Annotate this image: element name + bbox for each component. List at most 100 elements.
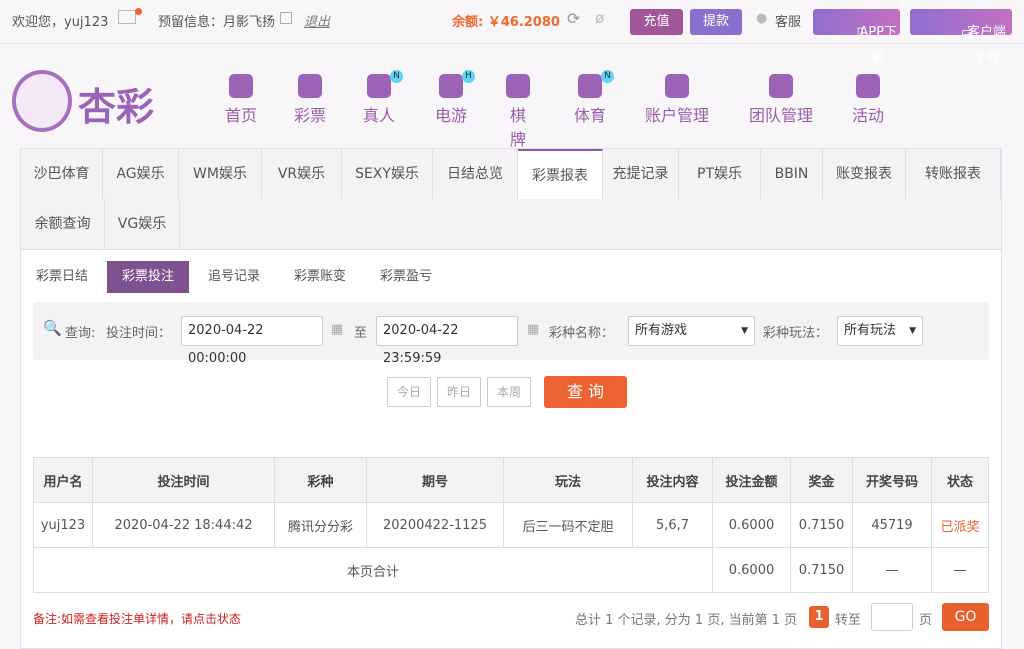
nav-badge: N — [601, 70, 614, 83]
column-header: 期号 — [366, 457, 504, 503]
total-dash: — — [931, 547, 989, 593]
refresh-icon[interactable]: ⟳ — [567, 9, 580, 28]
calendar-icon[interactable]: ▦ — [331, 322, 343, 337]
subtab-item[interactable]: 追号记录 — [193, 261, 275, 293]
table-cell: 2020-04-22 18:44:42 — [92, 502, 275, 548]
chevron-down-icon: ▼ — [909, 326, 916, 336]
service-link[interactable]: 客服 — [775, 11, 801, 30]
total-label: 本页合计 — [33, 547, 713, 593]
tab-item[interactable]: 转账报表 — [906, 149, 1001, 199]
tab-item[interactable]: 彩票报表 — [518, 149, 603, 199]
nav-item[interactable]: 团队管理 — [748, 74, 814, 126]
time-label: 投注时间： — [106, 326, 172, 341]
service-icon: ● — [756, 11, 768, 26]
subtab-item[interactable]: 彩票盈亏 — [365, 261, 447, 293]
total-amount: 0.6000 — [712, 547, 791, 593]
bet-table: 用户名 投注时间 彩种 期号 玩法 投注内容 投注金额 奖金 开奖号码 状态 yuj123 2020… — [33, 457, 989, 593]
table-cell: 0.7150 — [790, 502, 853, 548]
nav-icon — [506, 74, 530, 98]
table-cell: 20200422-1125 — [366, 502, 504, 548]
nav-icon: N — [578, 70, 614, 98]
play-select[interactable]: 所有玩法 ▼ — [837, 316, 923, 346]
table-cell: 45719 — [852, 502, 932, 548]
column-header: 用户名 — [33, 457, 93, 503]
app-download-button[interactable]: ▯ APP下载 — [813, 9, 900, 66]
nav-item[interactable]: H 电游 — [432, 70, 475, 126]
current-page[interactable]: 1 — [809, 606, 829, 628]
start-time-input[interactable]: 2020-04-22 00:00:00 — [181, 316, 323, 366]
logo-emblem[interactable] — [12, 70, 72, 132]
tab-item[interactable]: BBIN — [761, 149, 823, 199]
tab-item[interactable]: 充提记录 — [603, 149, 679, 199]
subtab-item[interactable]: 彩票日结 — [21, 261, 103, 293]
column-header: 玩法 — [503, 457, 633, 503]
logout-link[interactable]: 退出 — [304, 11, 330, 30]
goto-label: 转至 — [835, 613, 862, 628]
subtab-item[interactable]: 彩票账变 — [279, 261, 361, 293]
nav-item[interactable]: N 体育 — [573, 70, 614, 126]
mail-icon[interactable] — [118, 10, 136, 24]
subtab-item[interactable]: 彩票投注 — [107, 261, 190, 293]
today-button[interactable]: 今日 — [387, 377, 431, 407]
tab-item[interactable]: VG娱乐 — [105, 199, 180, 249]
edit-icon[interactable] — [280, 12, 292, 24]
tab-item[interactable]: AG娱乐 — [103, 149, 179, 199]
column-header: 投注金额 — [712, 457, 791, 503]
table-cell: yuj123 — [33, 502, 93, 548]
pagination-summary: 总计 1 个记录, 分为 1 页, 当前第 1 页 — [575, 613, 798, 628]
calendar-icon[interactable]: ▦ — [527, 322, 539, 337]
nav-item[interactable]: 彩票 — [293, 74, 327, 126]
reserved-info: 预留信息：月影飞扬 — [158, 15, 276, 30]
total-row: 本页合计 0.6000 0.7150— — — [33, 547, 989, 593]
table-cell: 0.6000 — [712, 502, 791, 548]
page-unit-label: 页 — [919, 613, 933, 628]
nav-item[interactable]: 活动 — [851, 74, 885, 126]
tab-item[interactable]: 余额查询 — [21, 199, 105, 249]
nav-item[interactable]: 首页 — [225, 74, 257, 126]
notification-dot — [135, 8, 142, 15]
tab-item[interactable]: WM娱乐 — [179, 149, 262, 199]
balance: 余额: ￥46.2080 — [452, 15, 560, 30]
nav-item[interactable]: 棋牌 — [503, 74, 533, 150]
table-cell: 后三一码不定胆 — [503, 502, 633, 548]
tab-item[interactable]: PT娱乐 — [679, 149, 761, 199]
report-panel: 沙巴体育 AG娱乐 WM娱乐 VR娱乐 SEXY娱乐 日结总览 彩票报表 充提记录 PT娱乐 BB… — [20, 148, 1002, 649]
to-label: 至 — [354, 326, 368, 341]
nav-icon — [769, 74, 793, 98]
go-button[interactable]: GO — [942, 603, 989, 631]
filter-bar: 🔍 查询: 投注时间： 2020-04-22 00:00:00 ▦ 至 2020… — [33, 302, 989, 366]
search-button[interactable]: 查 询 — [544, 376, 627, 408]
query-label: 查询: — [65, 326, 96, 341]
status-link[interactable]: 已派奖 — [931, 502, 989, 548]
total-prize: 0.7150 — [790, 547, 853, 593]
page-input[interactable] — [871, 603, 913, 631]
week-button[interactable]: 本周 — [487, 377, 531, 407]
tab-item[interactable]: 日结总览 — [433, 149, 518, 199]
nav-icon: N — [367, 70, 403, 98]
client-download-button[interactable]: ▭ 客户端下载 — [910, 9, 1012, 66]
end-time-input[interactable]: 2020-04-22 23:59:59 — [376, 316, 518, 366]
tab-item[interactable]: SEXY娱乐 — [342, 149, 433, 199]
withdraw-button[interactable]: 提款 — [690, 9, 742, 35]
logo-text[interactable]: 杏彩 — [78, 76, 154, 131]
footer-note: 备注:如需查看投注单详情，请点击状态 — [33, 612, 242, 626]
nav-item[interactable]: 账户管理 — [644, 74, 710, 126]
tab-item[interactable]: 沙巴体育 — [21, 149, 103, 199]
chevron-down-icon: ▼ — [741, 326, 748, 336]
nav-icon — [298, 74, 322, 98]
column-header: 投注内容 — [632, 457, 713, 503]
deposit-button[interactable]: 充值 — [630, 9, 683, 35]
game-select[interactable]: 所有游戏 ▼ — [628, 316, 755, 346]
column-header: 奖金 — [790, 457, 853, 503]
yesterday-button[interactable]: 昨日 — [437, 377, 481, 407]
game-label: 彩种名称： — [549, 326, 615, 341]
nav-icon: H — [439, 70, 475, 98]
tab-item[interactable]: VR娱乐 — [262, 149, 342, 199]
nav-icon — [665, 74, 689, 98]
column-header: 开奖号码 — [852, 457, 932, 503]
tab-item[interactable]: 账变报表 — [823, 149, 906, 199]
nav-badge: H — [462, 70, 475, 83]
hide-balance-icon[interactable]: ø — [595, 9, 604, 27]
total-dash: — — [852, 547, 932, 593]
nav-item[interactable]: N 真人 — [362, 70, 403, 126]
